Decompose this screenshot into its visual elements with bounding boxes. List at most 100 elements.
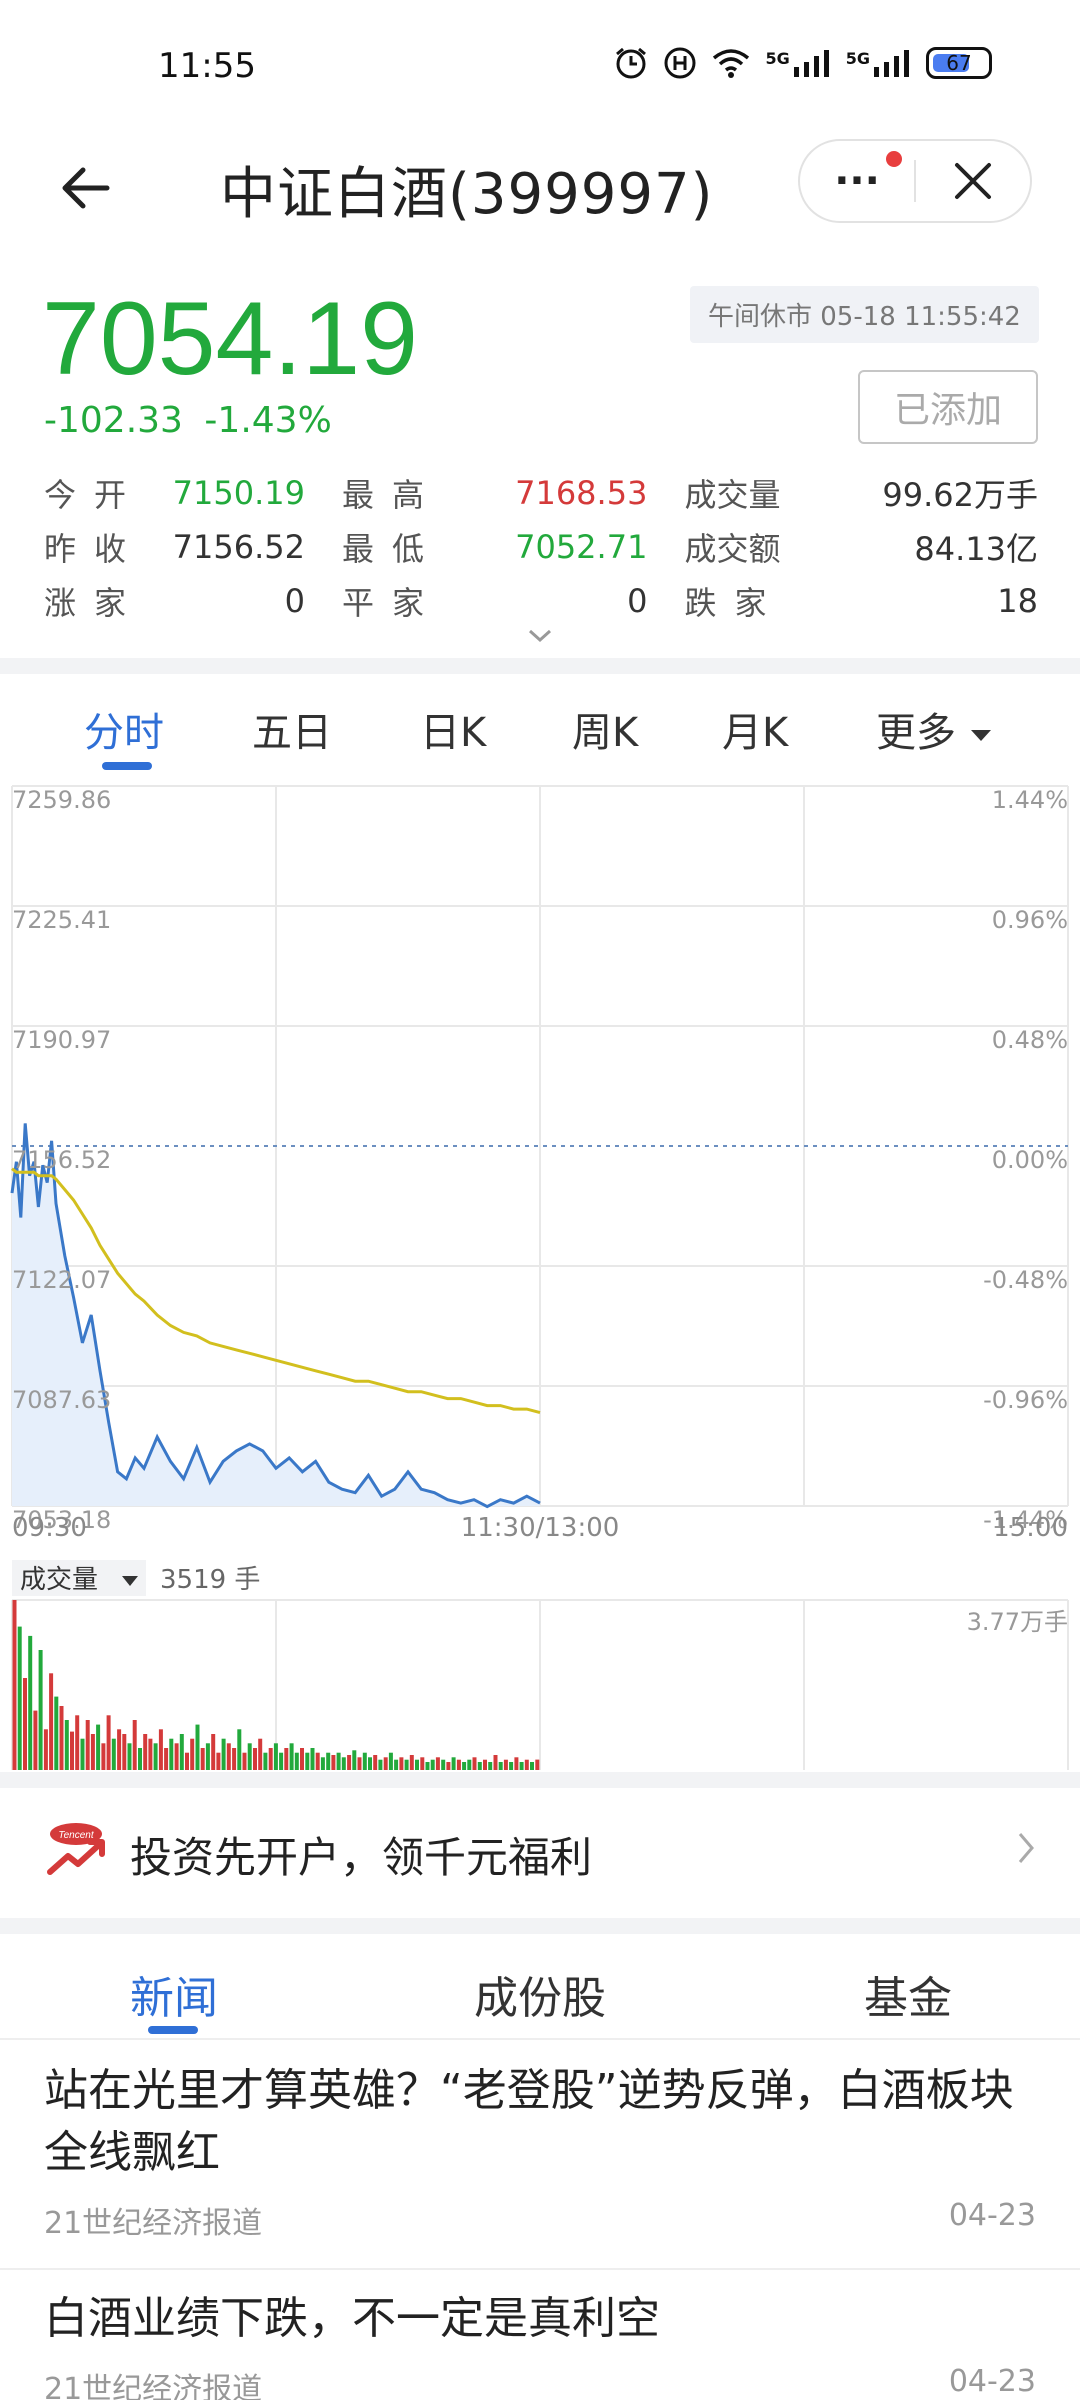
volume-bar: [509, 1762, 514, 1770]
price-tick-label: 7225.41: [12, 906, 111, 934]
volume-bar: [289, 1743, 294, 1770]
volume-bar: [54, 1696, 59, 1770]
volume-bar: [357, 1757, 362, 1770]
tab-more[interactable]: 更多: [876, 700, 993, 758]
volume-bar: [462, 1762, 467, 1770]
volume-bar: [336, 1752, 341, 1770]
market-status-badge: 午间休市 05-18 11:55:42: [690, 286, 1039, 343]
tab-weekly-k[interactable]: 周K: [572, 700, 638, 758]
news-meta: 21世纪经济报道 04-23: [44, 2184, 1036, 2268]
change-percent: -1.43%: [204, 400, 332, 441]
pct-tick-label: 0.00%: [992, 1146, 1068, 1174]
volume-bar: [263, 1752, 268, 1770]
stat-label: 平家: [342, 584, 443, 622]
volume-bar: [420, 1757, 425, 1770]
volume-bar: [472, 1757, 477, 1770]
section-divider: [0, 1918, 1080, 1934]
tab-intraday[interactable]: 分时: [84, 700, 164, 758]
volume-bar: [279, 1752, 284, 1770]
volume-bar: [179, 1734, 184, 1770]
volume-bar: [237, 1729, 242, 1770]
volume-bar: [493, 1755, 498, 1770]
more-button[interactable]: ···: [800, 141, 914, 221]
tab-daily-k[interactable]: 日K: [420, 700, 486, 758]
signal-label: 5G: [845, 49, 870, 68]
pct-tick-label: 0.96%: [992, 906, 1068, 934]
signal-label: 5G: [765, 49, 790, 68]
volume-bar: [315, 1752, 320, 1770]
volume-bar: [216, 1752, 221, 1770]
promo-banner[interactable]: Tencent 投资先开户，领千元福利: [0, 1788, 1080, 1916]
volume-bar: [101, 1743, 106, 1770]
volume-bar: [174, 1743, 179, 1770]
tencent-logo-icon: Tencent: [47, 1823, 105, 1875]
volume-bar: [467, 1759, 472, 1770]
volume-bar: [158, 1729, 163, 1770]
volume-bar: [409, 1755, 414, 1770]
battery-level: 67: [946, 51, 972, 75]
volume-bar: [111, 1738, 116, 1770]
chevron-down-icon[interactable]: [526, 626, 554, 646]
volume-bar: [59, 1706, 64, 1770]
stat-value: 84.13亿: [914, 530, 1038, 568]
volume-bar: [535, 1759, 540, 1770]
stat-value: 7156.52: [172, 528, 305, 566]
quote-panel: 7054.19 -102.33 -1.43% 午间休市 05-18 11:55:…: [0, 270, 1080, 660]
price-tick-label: 7156.52: [12, 1146, 111, 1174]
volume-bar: [190, 1738, 195, 1770]
volume-bar: [488, 1762, 493, 1770]
volume-bar: [331, 1755, 336, 1770]
stat-label: 成交量: [684, 476, 781, 514]
tab-monthly-k[interactable]: 月K: [722, 700, 788, 758]
volume-bar: [80, 1738, 85, 1770]
volume-bar: [247, 1743, 252, 1770]
volume-bar: [394, 1759, 399, 1770]
section-divider: [0, 658, 1080, 674]
volume-bar: [242, 1752, 247, 1770]
news-item[interactable]: 白酒业绩下跌，不一定是真利空 21世纪经济报道 04-23: [0, 2270, 1080, 2400]
stats-row: 今开 7150.19 最高 7168.53 成交量 99.62万手: [44, 466, 1038, 520]
volume-bar: [519, 1762, 524, 1770]
volume-current-value: 3519 手: [160, 1565, 260, 1595]
volume-max-label: 3.77万手: [967, 1608, 1068, 1636]
news-item[interactable]: 站在光里才算英雄？“老登股”逆势反弹，白酒板块全线飘红 21世纪经济报道 04-2…: [0, 2042, 1080, 2270]
volume-bar: [253, 1748, 257, 1770]
battery-icon: 67: [926, 47, 992, 79]
added-watchlist-button[interactable]: 已添加: [858, 370, 1038, 444]
volume-bar: [404, 1759, 409, 1770]
volume-bar: [498, 1762, 503, 1770]
notification-dot: [886, 151, 902, 167]
volume-bar: [117, 1729, 122, 1770]
signal-5g-icon: 5G: [765, 49, 831, 77]
volume-bar: [85, 1720, 90, 1770]
status-icons: 5G 5G 67: [613, 46, 992, 80]
volume-bar: [378, 1759, 383, 1770]
stat-value: 7052.71: [515, 528, 648, 566]
news-title: 站在光里才算英雄？“老登股”逆势反弹，白酒板块全线飘红: [44, 2065, 1014, 2178]
volume-bar: [514, 1757, 519, 1770]
volume-bar: [258, 1738, 263, 1770]
chevron-right-icon: [1018, 1833, 1034, 1863]
volume-bar: [205, 1743, 210, 1770]
stat-value: 7150.19: [172, 474, 305, 512]
volume-bar: [226, 1743, 231, 1770]
section-divider: [0, 1772, 1080, 1788]
back-button[interactable]: [50, 153, 120, 223]
promo-text: 投资先开户，领千元福利: [130, 1833, 593, 1882]
close-button[interactable]: [916, 141, 1030, 221]
tab-funds[interactable]: 基金: [864, 1962, 952, 2026]
price-tick-label: 7259.86: [12, 786, 111, 814]
volume-bar: [232, 1748, 237, 1770]
tab-five-day[interactable]: 五日: [252, 700, 332, 758]
stat-value: 18: [997, 582, 1038, 620]
tab-news[interactable]: 新闻: [130, 1962, 218, 2026]
change-value: -102.33: [44, 400, 183, 441]
news-date: 04-23: [948, 2198, 1036, 2233]
stat-value: 99.62万手: [882, 476, 1038, 514]
active-tab-indicator: [102, 762, 152, 770]
volume-bar: [524, 1759, 529, 1770]
stat-value: 0: [284, 582, 305, 620]
volume-bar: [23, 1678, 27, 1770]
tab-constituents[interactable]: 成份股: [474, 1962, 606, 2026]
stat-label: 成交额: [684, 530, 781, 568]
